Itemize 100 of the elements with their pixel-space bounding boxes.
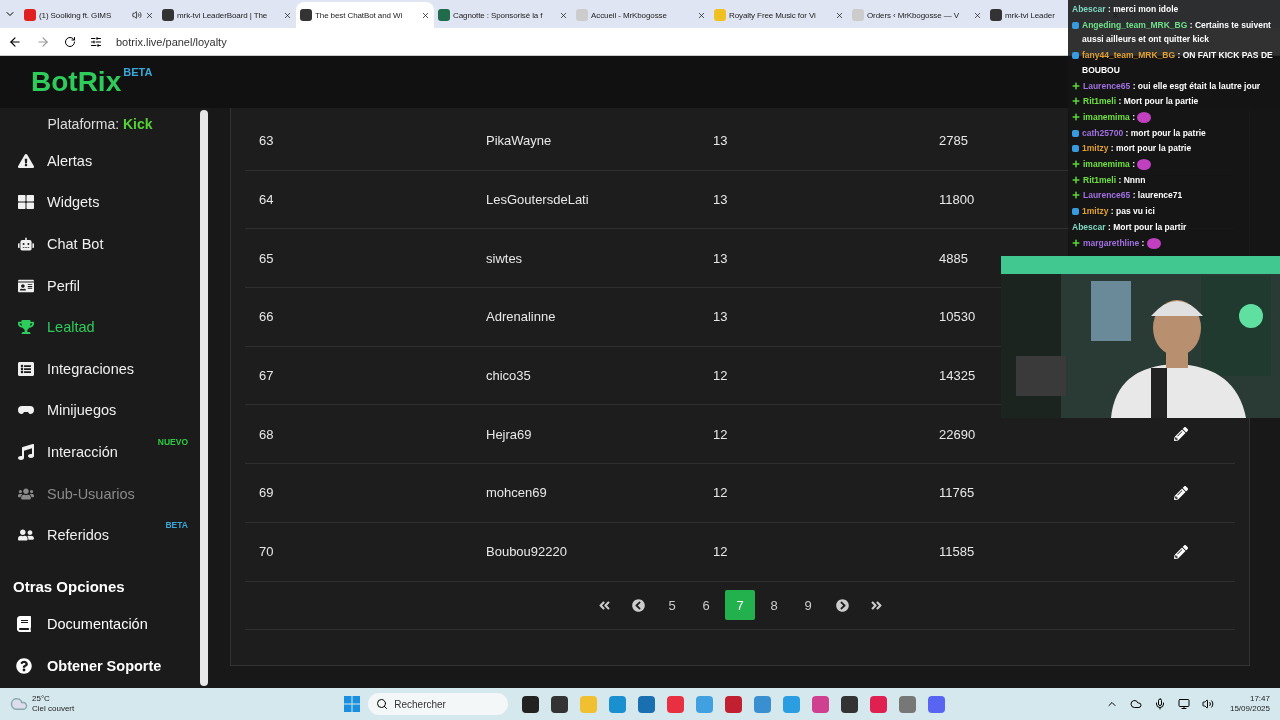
page-button[interactable]: 8 bbox=[759, 590, 789, 620]
close-icon[interactable] bbox=[697, 10, 706, 20]
chevron-left-icon bbox=[631, 598, 645, 612]
tab-title: mrk-tvi Leader bbox=[1005, 10, 1056, 20]
double-left-icon bbox=[597, 598, 611, 612]
tab-title: Royalty Free Music for Vi bbox=[729, 10, 817, 20]
temperature-label: 25°C bbox=[32, 694, 51, 704]
table-cell: 67 bbox=[259, 368, 274, 384]
emote-icon bbox=[1137, 112, 1152, 124]
badge-label: BETA bbox=[165, 520, 188, 531]
sidebar-item[interactable]: Obtener Soporte bbox=[0, 644, 200, 687]
clock-date: 15/09/2025 bbox=[1229, 704, 1270, 714]
chat-message: fany44_team_MRK_BG : ON FAIT KICK PAS DE BOUBOU bbox=[1082, 49, 1274, 77]
platform-label: Plataforma: Kick bbox=[46, 115, 154, 134]
app-icon[interactable] bbox=[841, 695, 859, 713]
sidebar-item[interactable]: Perfil bbox=[0, 264, 200, 307]
site-settings-icon[interactable] bbox=[90, 35, 102, 48]
sidebar-item[interactable]: Referidos BETA bbox=[0, 514, 200, 556]
tab-title: (1) Soolking ft. GIMS bbox=[39, 10, 113, 20]
page-button[interactable]: 5 bbox=[657, 590, 687, 620]
logo[interactable]: BotRix bbox=[31, 66, 122, 98]
browser-tab[interactable]: The best ChatBot and Wi bbox=[296, 2, 434, 28]
sidebar-item[interactable]: Lealtad bbox=[0, 306, 200, 348]
tab-title: mrk-tvi LeaderBoard | The bbox=[177, 10, 269, 20]
music-icon bbox=[18, 443, 34, 460]
sidebar-item[interactable]: Minijuegos bbox=[0, 389, 200, 432]
chat-message: 1mitzy : mort pour la patrie bbox=[1082, 142, 1192, 156]
close-icon[interactable] bbox=[421, 10, 430, 20]
close-icon[interactable] bbox=[145, 10, 154, 20]
pencil-icon bbox=[1174, 485, 1188, 500]
table-cell: 11585 bbox=[939, 544, 975, 560]
start-icon[interactable] bbox=[344, 696, 361, 712]
edit-button[interactable] bbox=[1174, 427, 1188, 442]
trophy-icon bbox=[18, 319, 34, 336]
table-cell: 69 bbox=[259, 485, 274, 501]
sidebar-item[interactable]: Documentación bbox=[0, 602, 200, 645]
reload-icon[interactable] bbox=[64, 35, 76, 48]
page-button[interactable]: 9 bbox=[793, 590, 823, 620]
close-icon[interactable] bbox=[973, 10, 982, 20]
section-title: Otras Opciones bbox=[12, 576, 126, 597]
weather-label: Ciel couvert bbox=[32, 704, 75, 714]
scrollbar[interactable] bbox=[200, 110, 208, 686]
browser-tab[interactable]: (1) Soolking ft. GIMS bbox=[20, 2, 158, 28]
browser-tab[interactable]: Orders ‹ MrKbogosse — V bbox=[848, 2, 986, 28]
badge-label: NUEVO bbox=[157, 437, 188, 448]
pencil-icon bbox=[1174, 544, 1188, 559]
url-field[interactable]: botrix.live/panel/loyalty bbox=[116, 35, 227, 48]
table-cell: 10530 bbox=[939, 309, 976, 325]
tab-title: Orders ‹ MrKbogosse — V bbox=[867, 10, 960, 20]
back-icon[interactable] bbox=[8, 34, 22, 49]
sidebar-item[interactable]: Integraciones bbox=[0, 347, 200, 390]
table-cell: Hejra69 bbox=[486, 426, 532, 442]
edit-button[interactable] bbox=[1174, 485, 1188, 500]
chat-message: Rit1meli : Mort pour la partie bbox=[1083, 95, 1199, 109]
table-cell: Adrenalinne bbox=[486, 309, 556, 325]
sidebar-item[interactable]: Widgets bbox=[0, 181, 200, 224]
badge-icon bbox=[1072, 208, 1079, 216]
browser-tab[interactable]: mrk-tvi LeaderBoard | The bbox=[158, 2, 296, 28]
browser-tab[interactable]: Royalty Free Music for Vi bbox=[710, 2, 848, 28]
app-icon[interactable] bbox=[551, 695, 569, 713]
close-icon[interactable] bbox=[283, 10, 292, 20]
table-cell: 65 bbox=[259, 250, 274, 266]
table-cell: mohcen69 bbox=[486, 485, 547, 501]
table-cell: LesGoutersdeLati bbox=[486, 192, 589, 208]
plus-icon bbox=[1072, 191, 1080, 200]
microphone-icon[interactable] bbox=[1153, 698, 1166, 710]
speaker-icon[interactable] bbox=[132, 10, 142, 20]
search-field[interactable]: Rechercher bbox=[368, 693, 509, 715]
sidebar-item[interactable]: Interacción NUEVO bbox=[0, 431, 200, 473]
emote-icon bbox=[1146, 237, 1161, 249]
cloud-icon[interactable] bbox=[1129, 698, 1142, 710]
chat-message: imanemima : bbox=[1083, 109, 1152, 125]
speaker-icon[interactable] bbox=[1201, 698, 1214, 710]
forward-icon[interactable] bbox=[36, 34, 50, 49]
double-right-icon bbox=[869, 598, 883, 612]
table-cell: 4885 bbox=[939, 250, 968, 266]
sidebar-item[interactable]: Alertas bbox=[0, 140, 200, 182]
table-cell: 64 bbox=[259, 192, 274, 208]
book-icon bbox=[16, 615, 32, 632]
table-cell: 66 bbox=[259, 309, 274, 325]
plus-icon bbox=[1072, 160, 1080, 169]
chat-message: Laurence65 : oui elle esgt était la lautre jour bbox=[1083, 79, 1261, 93]
sidebar-item[interactable]: Chat Bot bbox=[0, 223, 200, 265]
table-cell: 12 bbox=[713, 426, 728, 442]
edit-button[interactable] bbox=[1174, 544, 1188, 559]
monitor-icon[interactable] bbox=[1177, 698, 1190, 710]
browser-tab[interactable]: Cagnotte : Sponsorisé la f bbox=[434, 2, 572, 28]
app-icon[interactable] bbox=[522, 695, 540, 713]
table-cell: chico35 bbox=[486, 368, 531, 384]
table-cell: PikaWayne bbox=[486, 133, 552, 149]
chat-message: Laurence65 : laurence71 bbox=[1083, 189, 1183, 203]
chat-message: Rit1meli : Nnnn bbox=[1083, 173, 1146, 187]
tab-title: Cagnotte : Sponsorisé la f bbox=[453, 10, 544, 20]
tab-title: Accueil - MrKbogosse bbox=[591, 10, 668, 20]
browser-tab[interactable]: Accueil - MrKbogosse bbox=[572, 2, 710, 28]
close-icon[interactable] bbox=[559, 10, 568, 20]
chat-message: cath25700 : mort pour la patrie bbox=[1082, 126, 1206, 140]
table-cell: 68 bbox=[259, 426, 274, 442]
close-icon[interactable] bbox=[835, 10, 844, 20]
page-button[interactable]: 6 bbox=[691, 590, 721, 620]
